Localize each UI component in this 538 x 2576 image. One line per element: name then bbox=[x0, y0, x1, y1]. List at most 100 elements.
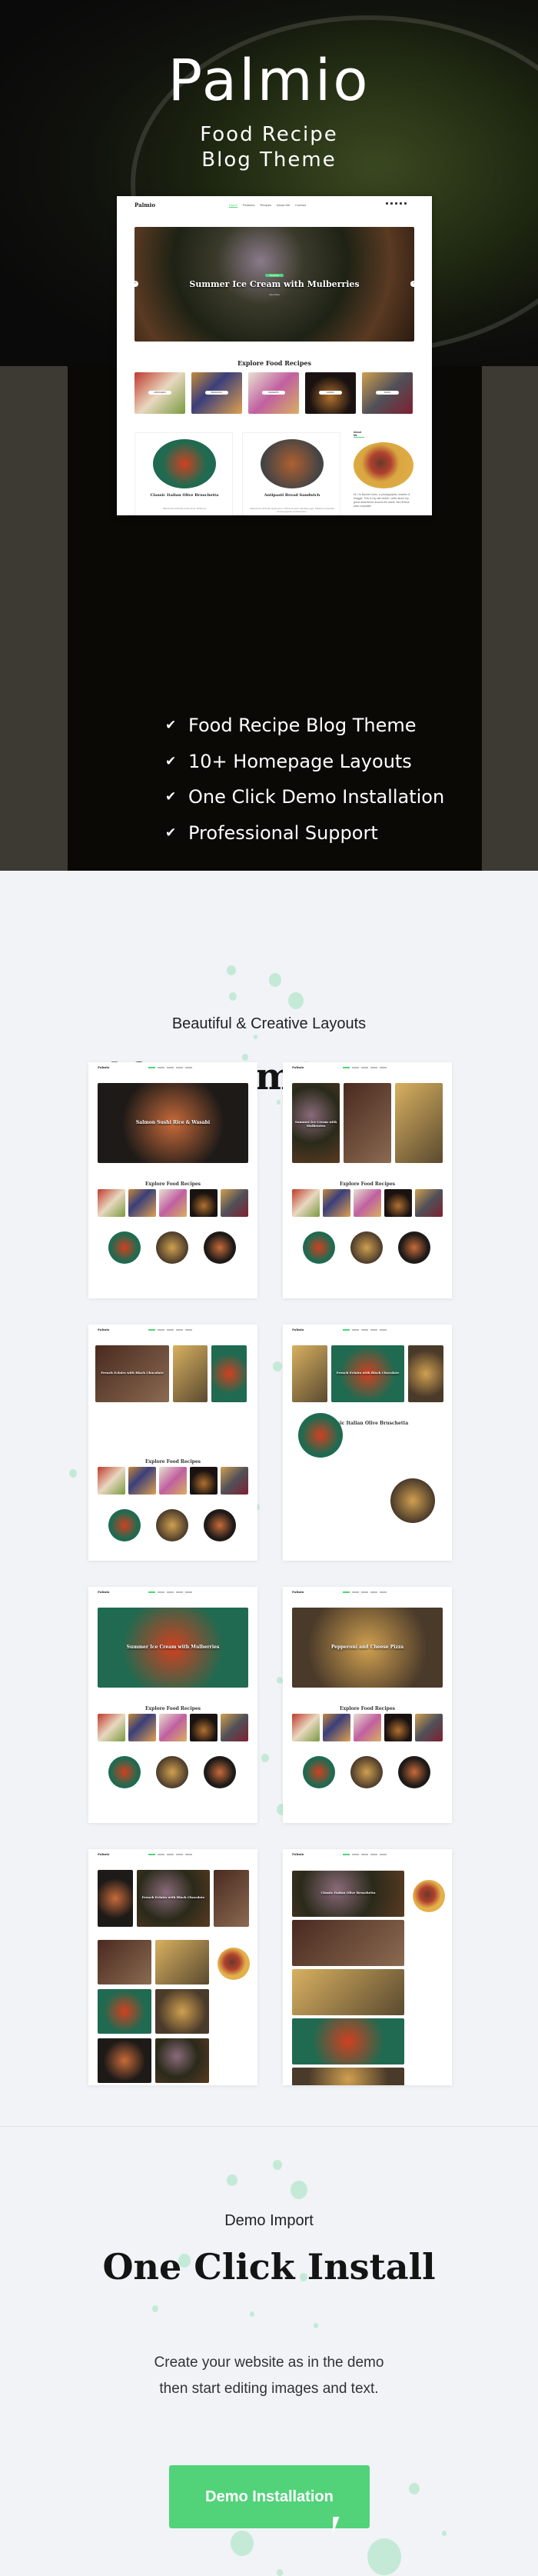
preview-category bbox=[354, 1189, 381, 1217]
check-icon: ✔ bbox=[165, 753, 177, 769]
mockup-nav: Home Features Recipes About Me Contact bbox=[229, 203, 306, 208]
preview-category bbox=[292, 1189, 320, 1217]
slider-badge[interactable]: Desserts bbox=[265, 274, 284, 277]
homepage-preview[interactable]: Palmio Salmon Sushi Rice & Wasabi Explore … bbox=[88, 1062, 257, 1298]
paint-splatter bbox=[277, 2569, 283, 2576]
feature-label: Food Recipe Blog Theme bbox=[188, 715, 417, 737]
category-tile[interactable]: Breakfast bbox=[191, 372, 242, 414]
post-card[interactable]: Antipasti Bread Sandwich Maecenas vehicul… bbox=[242, 432, 340, 515]
preview-section-heading: Explore Food Recipes bbox=[339, 1706, 396, 1711]
post-card[interactable]: Classic Italian Olive Bruschetta Maecenas… bbox=[134, 432, 233, 515]
preview-category bbox=[323, 1189, 350, 1217]
preview-image bbox=[298, 1413, 343, 1458]
feature-item: ✔ Food Recipe Blog Theme bbox=[165, 708, 444, 744]
about-widget: About Me Hi, I'm Rachel Lines, a photogr… bbox=[354, 431, 415, 508]
feature-item: ✔ 10+ Homepage Layouts bbox=[165, 744, 444, 780]
preview-logo: Palmio bbox=[292, 1852, 304, 1856]
demo-installation-button[interactable]: Demo Installation bbox=[169, 2465, 370, 2528]
homepage-preview[interactable]: Palmio French Eclairs with Black Chocolat… bbox=[283, 1325, 452, 1561]
preview-category bbox=[159, 1467, 187, 1495]
homepage-preview[interactable]: Palmio Summer Ice Cream with Mulberries Ex… bbox=[88, 1587, 257, 1823]
feature-item: ✔ Professional Support bbox=[165, 815, 444, 851]
layouts-heading: 10+ Homepages bbox=[100, 1055, 438, 1098]
post-image bbox=[153, 439, 216, 488]
facebook-icon[interactable] bbox=[386, 202, 388, 205]
homepage-preview[interactable]: Palmio Summer Ice Cream with Mulberries Ex… bbox=[283, 1062, 452, 1298]
nav-item[interactable]: Features bbox=[243, 203, 255, 208]
preview-post-image bbox=[303, 1231, 335, 1264]
category-tile[interactable]: Drinks bbox=[305, 372, 356, 414]
paint-splatter bbox=[152, 2305, 158, 2312]
slider-title[interactable]: Summer Ice Cream with Mulberries bbox=[134, 279, 414, 289]
preview-logo: Palmio bbox=[98, 1328, 110, 1331]
post-title[interactable]: Classic Italian Olive Bruschetta bbox=[143, 493, 226, 498]
preview-category bbox=[128, 1189, 156, 1217]
category-label: Desserts bbox=[262, 391, 285, 395]
preview-hero-title: French Eclairs with Black Chocolate bbox=[141, 1895, 205, 1899]
preview-post-image bbox=[108, 1756, 141, 1788]
paint-splatter bbox=[254, 1035, 257, 1039]
slider-read-more[interactable]: View More bbox=[265, 293, 284, 296]
category-tile[interactable]: Appetizers bbox=[134, 372, 185, 414]
preview-logo: Palmio bbox=[98, 1590, 110, 1594]
nav-item[interactable]: Contact bbox=[295, 203, 306, 208]
theme-preview-mockup: Palmio Home Features Recipes About Me Contac… bbox=[117, 196, 432, 515]
preview-image bbox=[214, 1870, 249, 1927]
preview-post-image bbox=[204, 1756, 236, 1788]
paint-splatter bbox=[277, 1100, 281, 1105]
paint-splatter bbox=[273, 2160, 282, 2171]
nav-item[interactable]: Recipes bbox=[260, 203, 271, 208]
homepage-preview[interactable]: Palmio French Eclairs with Black Chocolat… bbox=[88, 1849, 257, 2085]
post-title[interactable]: Antipasti Bread Sandwich bbox=[251, 493, 334, 498]
youtube-icon[interactable] bbox=[400, 202, 402, 205]
category-tile[interactable]: Mains bbox=[362, 372, 413, 414]
nav-item[interactable]: Home bbox=[229, 203, 237, 208]
paint-splatter bbox=[367, 2538, 401, 2576]
preview-image bbox=[173, 1345, 208, 1402]
preview-image bbox=[292, 1920, 404, 1966]
feature-list: ✔ Food Recipe Blog Theme ✔ 10+ Homepage Lay… bbox=[165, 708, 444, 851]
homepage-preview[interactable]: Palmio Pepperoni and Cheese Pizza Explore … bbox=[283, 1587, 452, 1823]
hero-subtitle: Blog Theme bbox=[201, 148, 337, 172]
preview-avatar bbox=[413, 1880, 445, 1912]
preview-image bbox=[344, 1083, 391, 1163]
preview-logo: Palmio bbox=[292, 1065, 304, 1069]
nav-item[interactable]: About Me bbox=[277, 203, 290, 208]
preview-hero-title: French Eclairs with Black Chocolate bbox=[336, 1371, 400, 1375]
about-text: Hi, I'm Rachel Lines, a photographer, tr… bbox=[354, 493, 410, 508]
instagram-icon[interactable] bbox=[395, 202, 397, 205]
search-icon[interactable] bbox=[404, 202, 407, 205]
preview-section-heading: Explore Food Recipes bbox=[144, 1459, 201, 1465]
paint-splatter bbox=[229, 992, 237, 1001]
preview-image bbox=[155, 1989, 209, 2034]
preview-image bbox=[292, 2068, 404, 2085]
post-cards: Classic Italian Olive Bruschetta Maecenas… bbox=[134, 432, 340, 515]
twitter-icon[interactable] bbox=[390, 202, 393, 205]
preview-hero-title: Salmon Sushi Rice & Wasabi bbox=[135, 1120, 211, 1125]
feature-label: 10+ Homepage Layouts bbox=[188, 750, 412, 772]
paint-splatter bbox=[269, 973, 281, 987]
preview-logo: Palmio bbox=[98, 1065, 110, 1069]
post-image bbox=[261, 439, 324, 488]
preview-category bbox=[415, 1714, 443, 1741]
category-tiles: Appetizers Breakfast Desserts Drinks Mains bbox=[134, 372, 413, 414]
preview-logo: Palmio bbox=[292, 1590, 304, 1594]
slider-image[interactable]: Desserts Summer Ice Cream with Mulberrie… bbox=[134, 227, 414, 342]
check-icon: ✔ bbox=[165, 825, 177, 841]
homepage-preview[interactable]: Palmio French Eclairs with Black Chocolat… bbox=[88, 1325, 257, 1561]
slider-next-arrow[interactable]: › bbox=[410, 281, 414, 287]
preview-category bbox=[159, 1189, 187, 1217]
demo-heading: One Click Install bbox=[102, 2246, 436, 2288]
preview-image bbox=[98, 1940, 151, 1984]
preview-category bbox=[415, 1189, 443, 1217]
preview-category bbox=[221, 1189, 248, 1217]
category-tile[interactable]: Desserts bbox=[248, 372, 299, 414]
demo-text: Create your website as in the demo bbox=[154, 2354, 384, 2371]
preview-image bbox=[211, 1345, 247, 1402]
homepage-preview[interactable]: Palmio Classic Italian Olive Bruschetta bbox=[283, 1849, 452, 2085]
preview-category bbox=[221, 1714, 248, 1741]
preview-post-image bbox=[204, 1509, 236, 1541]
preview-section-heading: Explore Food Recipes bbox=[144, 1706, 201, 1711]
preview-image bbox=[98, 1870, 133, 1927]
preview-post-image bbox=[156, 1756, 188, 1788]
